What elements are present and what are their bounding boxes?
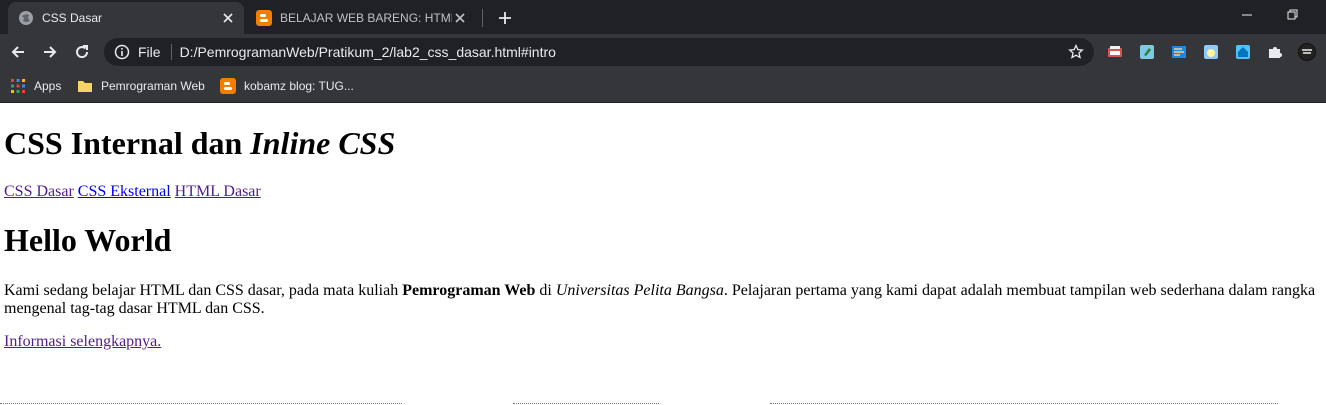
tab-belajar-web-bareng[interactable]: BELAJAR WEB BARENG: HTML DASAR [248, 2, 476, 34]
plus-icon [499, 12, 511, 24]
paragraph-bold: Pemrograman Web [402, 282, 536, 299]
paragraph-italic: Universitas Pelita Bangsa [555, 282, 724, 299]
tab-title: BELAJAR WEB BARENG: HTML DASAR [280, 11, 452, 25]
hello-world-heading: Hello World [4, 222, 172, 258]
blogger-icon [220, 78, 236, 94]
paragraph-text: di [535, 282, 556, 299]
paragraph-text: Kami sedang belajar HTML dan CSS dasar, … [4, 282, 403, 299]
tab-title: CSS Dasar [42, 11, 103, 25]
close-icon[interactable] [452, 10, 468, 26]
blogger-icon [256, 10, 272, 26]
home-icon[interactable] [1234, 43, 1252, 61]
puzzle-icon[interactable] [1266, 43, 1284, 61]
reload-button[interactable] [68, 38, 96, 66]
minimize-icon [1242, 14, 1252, 16]
restore-icon [1287, 9, 1298, 20]
dotted-divider [770, 403, 1278, 404]
page-title: CSS Internal dan Inline CSS [4, 125, 395, 161]
title-plain: CSS Internal dan [4, 125, 251, 161]
reload-icon [76, 45, 89, 59]
browser-toolbar: File D:/PemrogramanWeb/Pratikum_2/lab2_c… [0, 34, 1326, 70]
close-icon[interactable] [220, 10, 236, 26]
bookmark-pemrograman-web[interactable]: Pemrograman Web [77, 76, 205, 96]
new-tab-button[interactable] [494, 7, 516, 29]
back-button[interactable] [4, 38, 32, 66]
bookmark-label: Apps [34, 79, 62, 93]
web-page: CSS Internal dan Inline CSS CSS Dasar CS… [0, 103, 1326, 405]
bookmark-kobamz-blog[interactable]: kobamz blog: TUG... [220, 76, 354, 96]
globe-icon [18, 10, 34, 26]
bookmark-label: kobamz blog: TUG... [244, 79, 354, 93]
intro-paragraph: Kami sedang belajar HTML dan CSS dasar, … [4, 282, 1320, 318]
page-nav: CSS Dasar CSS Eksternal HTML Dasar [4, 182, 261, 202]
url-text[interactable]: D:/PemrogramanWeb/Pratikum_2/lab2_css_da… [180, 44, 1066, 60]
bookmark-label: Pemrograman Web [101, 79, 205, 93]
profile-avatar[interactable] [1298, 43, 1316, 61]
browser-tab-strip: CSS Dasar BELAJAR WEB BARENG: HTML DASAR [0, 0, 1326, 34]
extension-icon-2[interactable] [1138, 43, 1156, 61]
extension-icon-3[interactable] [1170, 43, 1188, 61]
dotted-divider [0, 403, 402, 404]
tab-divider [482, 9, 483, 27]
back-arrow-icon [11, 46, 24, 58]
tab-css-dasar[interactable]: CSS Dasar [8, 2, 244, 34]
more-info-link[interactable]: Informasi selengkapnya. [4, 333, 161, 350]
extension-icon-1[interactable] [1106, 43, 1124, 61]
bookmark-apps[interactable]: Apps [10, 76, 61, 96]
minimize-button[interactable] [1224, 0, 1270, 30]
folder-icon [77, 78, 93, 94]
apps-grid-icon [10, 78, 26, 94]
nav-link-css-dasar[interactable]: CSS Dasar [4, 183, 74, 200]
dotted-divider [513, 403, 659, 404]
restore-button[interactable] [1270, 0, 1316, 30]
title-italic: Inline CSS [250, 125, 396, 161]
nav-link-css-eksternal[interactable]: CSS Eksternal [78, 183, 171, 200]
scheme-label: File [138, 44, 161, 60]
forward-arrow-icon [44, 46, 57, 58]
bookmark-star-icon[interactable] [1066, 42, 1086, 62]
forward-button[interactable] [36, 38, 64, 66]
address-bar[interactable]: File D:/PemrogramanWeb/Pratikum_2/lab2_c… [104, 38, 1094, 66]
bookmarks-bar: Apps Pemrograman Web kobamz blog: TUG... [0, 70, 1326, 103]
more-info-container: Informasi selengkapnya. [4, 333, 161, 351]
address-separator [170, 44, 172, 60]
info-icon[interactable] [114, 44, 130, 60]
extension-icon-4[interactable] [1202, 43, 1220, 61]
nav-link-html-dasar[interactable]: HTML Dasar [175, 183, 261, 200]
